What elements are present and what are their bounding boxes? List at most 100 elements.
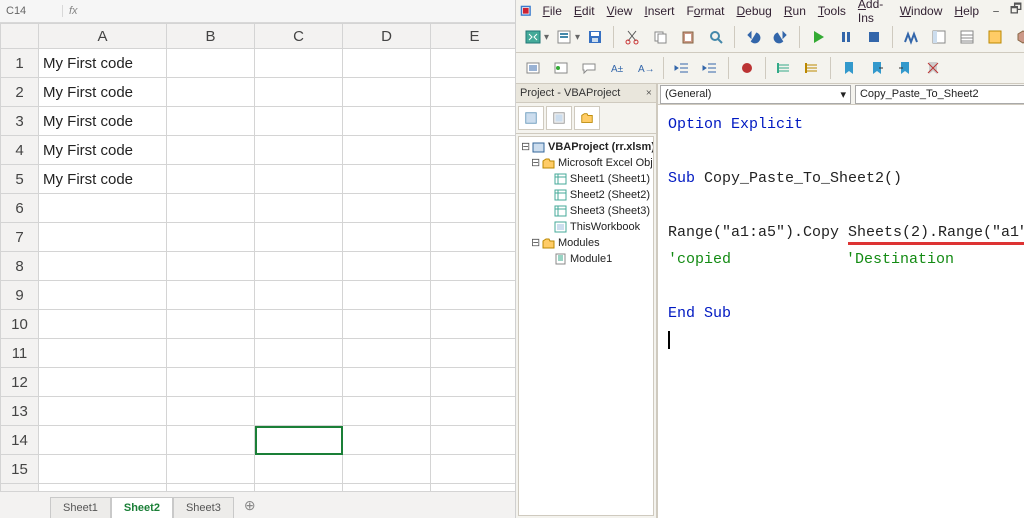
quick-info-button[interactable]	[576, 55, 602, 81]
row-header[interactable]: 11	[1, 339, 39, 368]
cell-C9[interactable]	[255, 281, 343, 310]
cell-A11[interactable]	[39, 339, 167, 368]
tree-modules[interactable]: Modules	[557, 235, 601, 251]
uncomment-button[interactable]	[799, 55, 825, 81]
procedure-dropdown[interactable]: Copy_Paste_To_Sheet2▾	[855, 85, 1024, 104]
complete-word-button[interactable]: A→	[632, 55, 658, 81]
find-button[interactable]	[703, 24, 729, 50]
menu-format[interactable]: Format	[681, 2, 729, 20]
name-box[interactable]: C14	[0, 5, 63, 17]
menu-help[interactable]: Help	[949, 2, 984, 20]
project-explorer-button[interactable]	[926, 24, 952, 50]
break-button[interactable]	[833, 24, 859, 50]
sheet-tab-sheet1[interactable]: Sheet1	[50, 497, 111, 518]
cell-D4[interactable]	[343, 136, 431, 165]
row-header[interactable]: 12	[1, 368, 39, 397]
copy-button[interactable]	[647, 24, 673, 50]
bookmark-button[interactable]	[836, 55, 862, 81]
cell-C11[interactable]	[255, 339, 343, 368]
row-header[interactable]: 15	[1, 455, 39, 484]
cell-C3[interactable]	[255, 107, 343, 136]
cell-D15[interactable]	[343, 455, 431, 484]
properties-button[interactable]	[954, 24, 980, 50]
restore-button[interactable]: 🗗	[1006, 0, 1024, 22]
cell-D12[interactable]	[343, 368, 431, 397]
dropdown-icon[interactable]: ▾	[575, 32, 580, 43]
tree-sheet1[interactable]: Sheet1 (Sheet1)	[569, 171, 651, 187]
comment-button[interactable]	[771, 55, 797, 81]
cell-B13[interactable]	[167, 397, 255, 426]
cell-A3[interactable]: My First code	[39, 107, 167, 136]
redo-button[interactable]	[768, 24, 794, 50]
cell-B9[interactable]	[167, 281, 255, 310]
menu-debug[interactable]: Debug	[731, 2, 776, 20]
dropdown-icon[interactable]: ▾	[544, 32, 549, 43]
cell-A16[interactable]	[39, 484, 167, 492]
parameter-info-button[interactable]: A±	[604, 55, 630, 81]
object-browser-button[interactable]	[982, 24, 1008, 50]
corner-cell[interactable]	[1, 24, 39, 49]
cell-E12[interactable]	[431, 368, 516, 397]
menu-tools[interactable]: Tools	[813, 2, 851, 20]
cell-A4[interactable]: My First code	[39, 136, 167, 165]
tree-vbaproject[interactable]: VBAProject (rr.xlsm)	[547, 139, 654, 155]
cell-C10[interactable]	[255, 310, 343, 339]
cell-E10[interactable]	[431, 310, 516, 339]
cell-B7[interactable]	[167, 223, 255, 252]
list-properties-button[interactable]	[520, 55, 546, 81]
cell-A2[interactable]: My First code	[39, 78, 167, 107]
tree-sheet2[interactable]: Sheet2 (Sheet2)	[569, 187, 651, 203]
row-header[interactable]: 6	[1, 194, 39, 223]
undo-button[interactable]	[740, 24, 766, 50]
menu-run[interactable]: Run	[779, 2, 811, 20]
cell-D6[interactable]	[343, 194, 431, 223]
cell-E6[interactable]	[431, 194, 516, 223]
cell-C7[interactable]	[255, 223, 343, 252]
row-header[interactable]: 10	[1, 310, 39, 339]
menu-view[interactable]: View	[602, 2, 638, 20]
cell-B6[interactable]	[167, 194, 255, 223]
col-header-b[interactable]: B	[167, 24, 255, 49]
design-mode-button[interactable]	[898, 24, 924, 50]
cell-D8[interactable]	[343, 252, 431, 281]
cell-D10[interactable]	[343, 310, 431, 339]
col-header-e[interactable]: E	[431, 24, 516, 49]
cell-D2[interactable]	[343, 78, 431, 107]
cell-C13[interactable]	[255, 397, 343, 426]
cell-E9[interactable]	[431, 281, 516, 310]
cell-B16[interactable]	[167, 484, 255, 492]
cell-A14[interactable]	[39, 426, 167, 455]
cell-A13[interactable]	[39, 397, 167, 426]
save-button[interactable]	[582, 24, 608, 50]
cell-A12[interactable]	[39, 368, 167, 397]
cell-D13[interactable]	[343, 397, 431, 426]
cell-E5[interactable]	[431, 165, 516, 194]
cell-E13[interactable]	[431, 397, 516, 426]
list-constants-button[interactable]	[548, 55, 574, 81]
cell-D14[interactable]	[343, 426, 431, 455]
cell-A8[interactable]	[39, 252, 167, 281]
row-header[interactable]: 5	[1, 165, 39, 194]
col-header-d[interactable]: D	[343, 24, 431, 49]
cell-C6[interactable]	[255, 194, 343, 223]
cell-E7[interactable]	[431, 223, 516, 252]
outdent-button[interactable]	[669, 55, 695, 81]
project-explorer-close[interactable]: ×	[646, 87, 652, 99]
view-object-button[interactable]	[546, 106, 572, 130]
cell-E16[interactable]	[431, 484, 516, 492]
cell-B10[interactable]	[167, 310, 255, 339]
cell-D16[interactable]	[343, 484, 431, 492]
cell-E8[interactable]	[431, 252, 516, 281]
code-editor[interactable]: ▴▾ Option Explicit Sub Copy_Paste_To_She…	[658, 105, 1024, 518]
cell-E4[interactable]	[431, 136, 516, 165]
tree-sheet3[interactable]: Sheet3 (Sheet3)	[569, 203, 651, 219]
tree-module1[interactable]: Module1	[569, 251, 613, 267]
spreadsheet-grid[interactable]: A B C D E 1My First code2My First code3M…	[0, 23, 515, 491]
indent-button[interactable]	[697, 55, 723, 81]
cell-C1[interactable]	[255, 49, 343, 78]
menu-edit[interactable]: Edit	[569, 2, 600, 20]
cell-E2[interactable]	[431, 78, 516, 107]
cell-B8[interactable]	[167, 252, 255, 281]
cell-C4[interactable]	[255, 136, 343, 165]
cell-E1[interactable]	[431, 49, 516, 78]
